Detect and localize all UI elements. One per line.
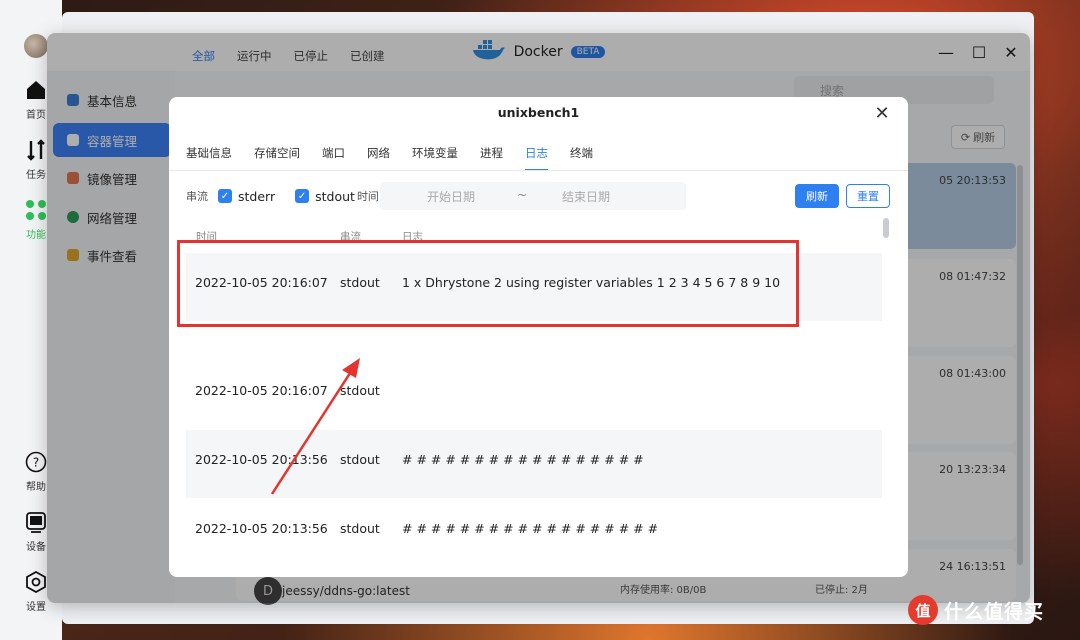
tabs-divider	[169, 170, 908, 171]
apps-icon	[24, 198, 48, 222]
tab-storage[interactable]: 存储空间	[254, 145, 300, 171]
tab-ports[interactable]: 端口	[322, 145, 345, 171]
dock-label-help: 帮助	[26, 482, 46, 493]
log-scrollbar[interactable]	[883, 218, 889, 238]
date-separator: ~	[517, 188, 528, 202]
stderr-checkbox[interactable]: ✓	[218, 189, 232, 203]
user-avatar[interactable]	[24, 34, 48, 58]
dock-label-task: 任务	[26, 170, 46, 181]
close-icon[interactable]: ✕	[872, 103, 892, 124]
tab-logs[interactable]: 日志	[525, 145, 548, 171]
log-time: 2022-10-05 20:13:56	[195, 521, 328, 536]
reset-button[interactable]: 重置	[846, 184, 890, 208]
device-icon	[24, 510, 48, 534]
dock-label-device: 设备	[26, 542, 46, 553]
dock-label-settings: 设置	[26, 602, 46, 613]
end-date-input[interactable]: 结束日期	[562, 188, 610, 205]
log-message: # # # # # # # # # # # # # # # # # #	[402, 521, 659, 536]
watermark-text: 什么值得买	[944, 600, 1045, 623]
refresh-button[interactable]: 刷新	[795, 184, 839, 208]
date-range-picker[interactable]: 开始日期 ~ 结束日期	[380, 182, 686, 210]
modal-tabs: 基础信息 存储空间 端口 网络 环境变量 进程 日志 终端	[186, 145, 615, 171]
tab-env-vars[interactable]: 环境变量	[412, 145, 458, 171]
modal-title: unixbench1	[497, 105, 580, 120]
start-date-input[interactable]: 开始日期	[427, 188, 475, 205]
tab-terminal[interactable]: 终端	[570, 145, 593, 171]
log-row: 2022-10-05 20:13:56 stdout # # # # # # #…	[186, 499, 882, 567]
tab-network[interactable]: 网络	[367, 145, 390, 171]
dock-label-home: 首页	[26, 110, 46, 121]
task-icon	[24, 138, 48, 162]
time-label: 时间	[356, 190, 379, 203]
highlight-box	[177, 240, 799, 327]
log-message: # # # # # # # # # # # # # # # # #	[402, 452, 644, 467]
settings-icon	[24, 570, 48, 594]
stream-label: 串流	[186, 190, 208, 203]
tab-basic-info[interactable]: 基础信息	[186, 145, 232, 171]
tab-processes[interactable]: 进程	[480, 145, 503, 171]
container-detail-modal: unixbench1 ✕ 基础信息 存储空间 端口 网络 环境变量 进程 日志 …	[169, 97, 908, 577]
home-icon	[24, 78, 48, 102]
watermark: 值 什么值得买	[908, 595, 1044, 625]
log-filter-bar: 串流 ✓ stderr ✓ stdout 时间	[186, 183, 379, 209]
log-stream: stdout	[340, 521, 380, 536]
stdout-checkbox[interactable]: ✓	[295, 189, 310, 203]
svg-text:?: ?	[33, 456, 39, 470]
stderr-label: stderr	[238, 188, 276, 204]
annotation-arrow-icon	[270, 358, 360, 495]
help-icon: ?	[24, 450, 48, 474]
stdout-label: stdout	[315, 188, 355, 204]
dock-label-apps: 功能	[26, 230, 46, 241]
watermark-logo-icon: 值	[908, 595, 938, 625]
